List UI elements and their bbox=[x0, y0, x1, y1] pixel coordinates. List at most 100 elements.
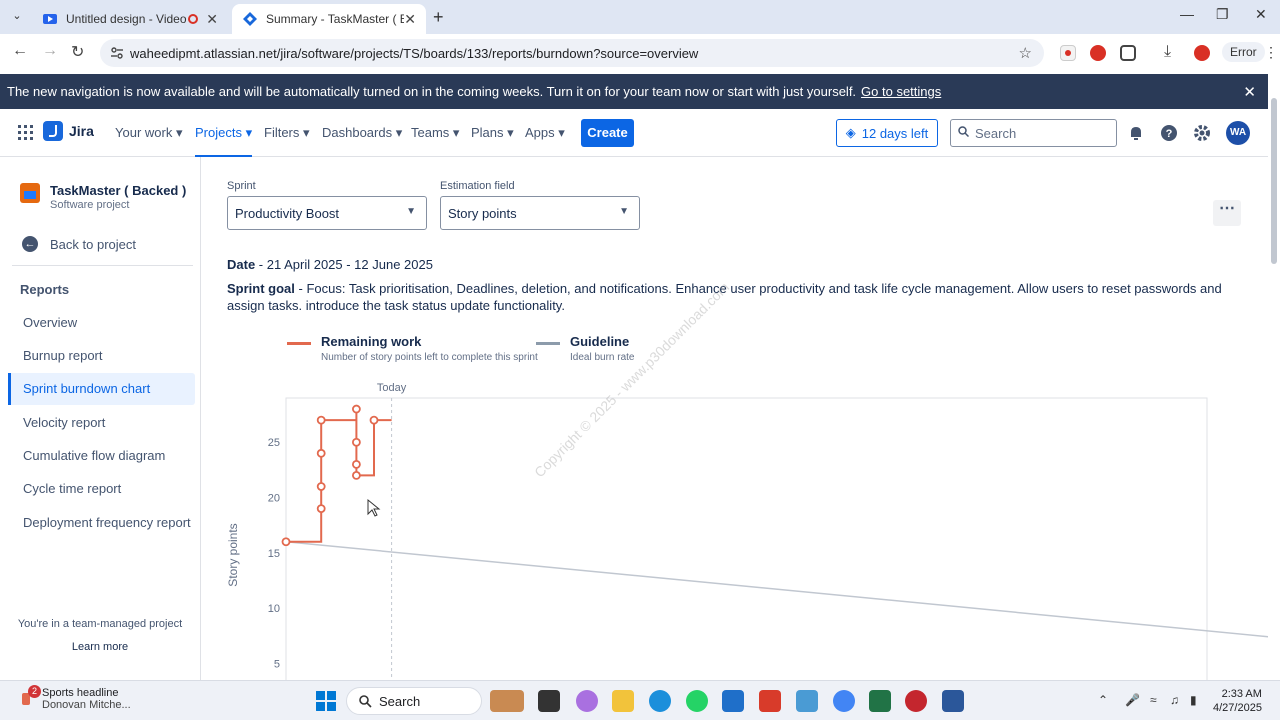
more-actions-button[interactable]: ⋯ bbox=[1213, 200, 1241, 226]
extension-stop-icon[interactable] bbox=[1090, 45, 1106, 61]
browser-tabstrip: ⌄ Untitled design - Video - Ca ✕ Summary… bbox=[0, 0, 1280, 34]
jira-logo[interactable]: Jira bbox=[43, 121, 94, 141]
battery-icon[interactable]: ▮ bbox=[1190, 693, 1197, 707]
sidebar-item-burnup-report[interactable]: Burnup report bbox=[8, 340, 195, 372]
trial-days-button[interactable]: ◈ 12 days left bbox=[836, 119, 938, 147]
whatsapp-icon[interactable] bbox=[686, 690, 708, 712]
tab-search-icon[interactable]: ⌄ bbox=[8, 9, 26, 25]
close-tab-icon[interactable]: ✕ bbox=[404, 11, 416, 28]
project-icon[interactable] bbox=[869, 690, 891, 712]
jira-icon bbox=[243, 12, 257, 26]
sidebar-item-overview[interactable]: Overview bbox=[8, 307, 195, 339]
copilot-icon[interactable] bbox=[576, 690, 598, 712]
legend-guideline: Guideline Ideal burn rate bbox=[536, 334, 635, 363]
back-to-project-link[interactable]: ← Back to project bbox=[22, 236, 136, 252]
nav-projects[interactable]: Projects ▾ bbox=[195, 125, 253, 157]
reload-icon[interactable]: ↻ bbox=[71, 42, 84, 62]
forward-arrow-icon[interactable]: → bbox=[42, 42, 58, 60]
help-icon[interactable]: ? bbox=[1159, 123, 1179, 143]
y-tick-label: 10 bbox=[268, 603, 280, 615]
new-tab-icon[interactable]: + bbox=[433, 7, 444, 28]
team-managed-note: You're in a team-managed project bbox=[17, 618, 183, 630]
extension-record-icon[interactable] bbox=[1060, 45, 1076, 61]
nav-dashboards[interactable]: Dashboards ▾ bbox=[322, 125, 402, 141]
remaining-work-point bbox=[351, 459, 361, 469]
snipping-tool-icon[interactable] bbox=[796, 690, 818, 712]
microphone-icon[interactable]: 🎤 bbox=[1125, 693, 1140, 707]
windows-start-icon[interactable] bbox=[315, 690, 337, 712]
go-to-settings-link[interactable]: Go to settings bbox=[861, 84, 941, 99]
notifications-bell-icon[interactable] bbox=[1126, 123, 1146, 143]
browser-tab-canva[interactable]: Untitled design - Video - Ca ✕ bbox=[32, 4, 228, 34]
sidebar-item-deployment-frequency-report[interactable]: Deployment frequency report bbox=[8, 507, 195, 539]
sidebar-item-velocity-report[interactable]: Velocity report bbox=[8, 407, 195, 439]
page-scrollbar[interactable] bbox=[1268, 74, 1280, 680]
estimation-field-select[interactable]: Story points ▼ bbox=[440, 196, 640, 230]
back-arrow-icon[interactable]: ← bbox=[12, 42, 28, 60]
taskbar-search[interactable]: Search bbox=[346, 687, 482, 715]
project-header[interactable]: TaskMaster ( Backed ) Software project bbox=[20, 183, 186, 211]
learn-more-link[interactable]: Learn more bbox=[0, 641, 200, 653]
goal-label: Sprint goal bbox=[227, 281, 295, 296]
widgets-icon[interactable] bbox=[490, 690, 524, 712]
file-explorer-icon[interactable] bbox=[612, 690, 634, 712]
tray-overflow-icon[interactable]: ⌃ bbox=[1098, 693, 1108, 707]
news-widget[interactable]: 2 Sports headline Donovan Mitche... bbox=[20, 685, 131, 711]
date-value: - 21 April 2025 - 12 June 2025 bbox=[255, 257, 433, 272]
chrome-icon[interactable] bbox=[833, 690, 855, 712]
create-button[interactable]: Create bbox=[581, 119, 634, 147]
news-subtitle: Donovan Mitche... bbox=[42, 699, 131, 711]
search-input[interactable]: Search bbox=[950, 119, 1117, 147]
nav-teams[interactable]: Teams ▾ bbox=[411, 125, 459, 141]
system-clock[interactable]: 2:33 AM 4/27/2025 bbox=[1213, 687, 1262, 715]
bookmark-star-icon[interactable]: ☆ bbox=[1019, 44, 1032, 62]
nav-plans[interactable]: Plans ▾ bbox=[471, 125, 514, 141]
download-icon[interactable]: ⤓ bbox=[1164, 43, 1171, 61]
profile-icon[interactable] bbox=[1194, 45, 1210, 61]
remaining-work-point bbox=[351, 471, 361, 480]
sidebar-item-sprint-burndown-chart[interactable]: Sprint burndown chart bbox=[8, 373, 195, 405]
browser-tab-jira[interactable]: Summary - TaskMaster ( Backed ) ✕ bbox=[232, 4, 426, 34]
close-banner-icon[interactable]: ✕ bbox=[1243, 83, 1256, 101]
minimize-icon[interactable]: — bbox=[1180, 6, 1194, 22]
task-view-icon[interactable] bbox=[538, 690, 560, 712]
remaining-work-point bbox=[316, 482, 326, 491]
news-icon: 2 bbox=[20, 685, 41, 707]
sprint-goal: Sprint goal - Focus: Task prioritisation… bbox=[227, 280, 1237, 314]
user-avatar[interactable]: WA bbox=[1226, 121, 1250, 145]
browser-menu-icon[interactable]: ⋮ bbox=[1264, 44, 1278, 61]
nav-your-work[interactable]: Your work ▾ bbox=[115, 125, 182, 141]
project-name: TaskMaster ( Backed ) bbox=[50, 183, 187, 198]
taskbar-search-label: Search bbox=[379, 693, 421, 709]
tab-title: Untitled design - Video - Ca bbox=[66, 12, 188, 26]
project-avatar-icon bbox=[20, 183, 40, 203]
screen-recorder-icon[interactable] bbox=[905, 690, 927, 712]
maximize-icon[interactable]: ❐ bbox=[1216, 6, 1229, 23]
legend-remaining-work: Remaining work Number of story points le… bbox=[287, 334, 538, 363]
y-tick-label: 20 bbox=[268, 493, 280, 505]
sidebar-item-cumulative-flow-diagram[interactable]: Cumulative flow diagram bbox=[8, 440, 195, 472]
sprint-select[interactable]: Productivity Boost ▼ bbox=[227, 196, 427, 230]
store-icon[interactable] bbox=[722, 690, 744, 712]
edge-icon[interactable] bbox=[649, 690, 671, 712]
primavera-p6-icon[interactable] bbox=[759, 690, 781, 712]
app-switcher-icon[interactable] bbox=[18, 125, 33, 140]
volume-icon[interactable]: ♫ bbox=[1170, 693, 1179, 707]
error-badge[interactable]: Error bbox=[1222, 42, 1265, 62]
close-tab-icon[interactable]: ✕ bbox=[206, 11, 218, 28]
address-bar[interactable]: waheedipmt.atlassian.net/jira/software/p… bbox=[100, 39, 1044, 67]
sprint-dates: Date - 21 April 2025 - 12 June 2025 bbox=[227, 257, 433, 272]
wifi-icon[interactable]: ≈ bbox=[1150, 693, 1157, 707]
chevron-down-icon: ▼ bbox=[406, 206, 416, 217]
nav-apps[interactable]: Apps ▾ bbox=[525, 125, 565, 141]
extensions-puzzle-icon[interactable] bbox=[1120, 45, 1136, 61]
settings-gear-icon[interactable] bbox=[1192, 123, 1212, 143]
close-window-icon[interactable]: ✕ bbox=[1255, 6, 1267, 23]
scrollbar-thumb[interactable] bbox=[1271, 98, 1277, 264]
nav-filters[interactable]: Filters ▾ bbox=[264, 125, 310, 141]
windows-taskbar: 2 Sports headline Donovan Mitche... Sear… bbox=[0, 680, 1280, 720]
site-info-icon[interactable] bbox=[110, 46, 124, 60]
y-tick-label: 25 bbox=[268, 437, 280, 449]
sidebar-item-cycle-time-report[interactable]: Cycle time report bbox=[8, 473, 195, 505]
word-icon[interactable] bbox=[942, 690, 964, 712]
